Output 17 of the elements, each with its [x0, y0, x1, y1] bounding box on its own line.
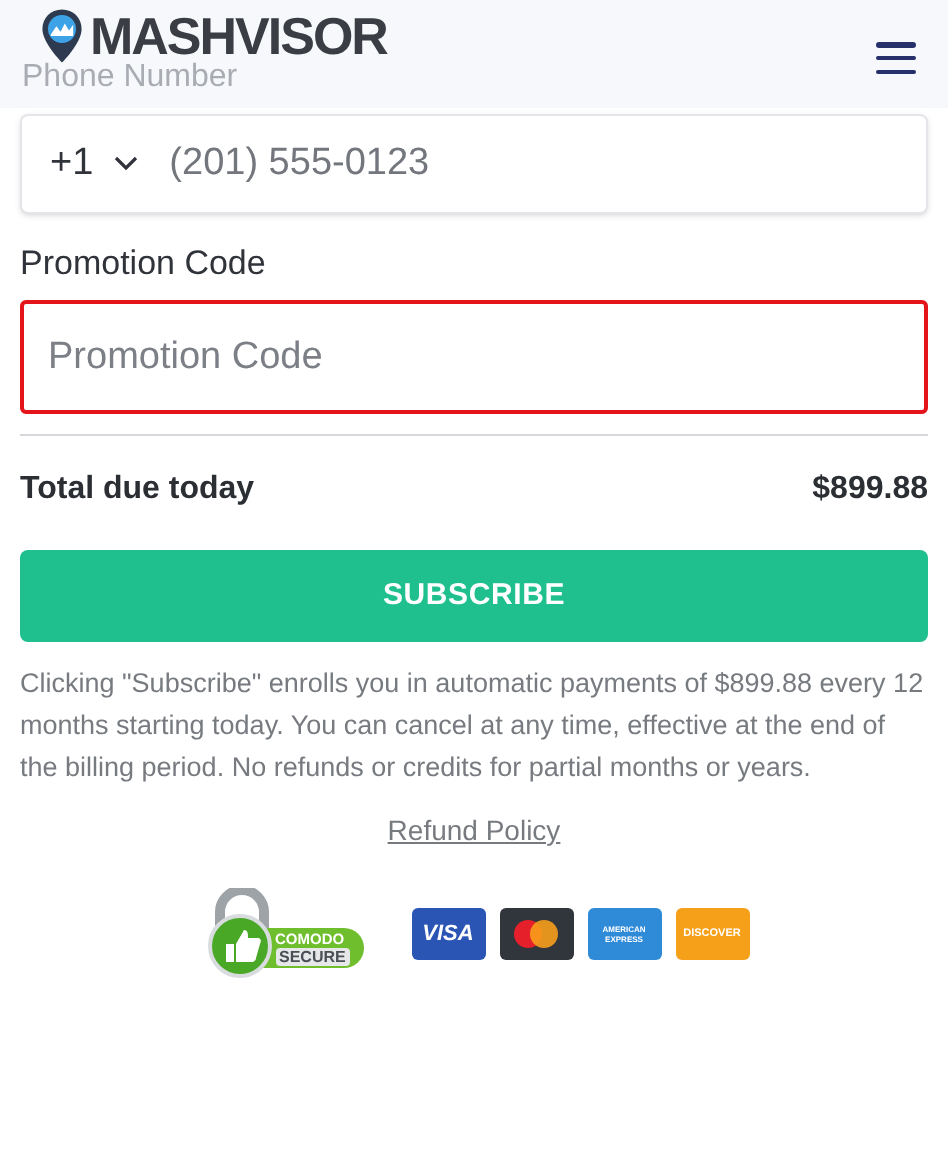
total-label: Total due today — [20, 470, 255, 510]
phone-number-input[interactable]: (201) 555-0123 — [169, 135, 926, 193]
visa-card-icon: VISA — [411, 908, 485, 960]
field-label: Phone Number — [20, 60, 238, 96]
total-amount: $899.88 — [812, 470, 928, 510]
terms-text: Clicking "Subscribe" enrolls you in automatic payments of $899.88 every 12 months starting today. You can cancel at any time, effective at the end of the billing period. No refunds or credits for partial months or years. — [20, 666, 926, 786]
promotion-code-field[interactable]: Promotion Code — [20, 300, 928, 414]
mastercard-icon — [499, 908, 573, 960]
field-label: Promotion Code — [20, 242, 268, 286]
refund-policy-link[interactable]: Refund Policy — [387, 810, 561, 852]
country-code[interactable]: +1 — [50, 135, 94, 193]
location-pin-icon — [40, 8, 84, 64]
phone-field[interactable]: +1 (201) 555-0123 — [20, 114, 928, 214]
logo-text: MASHVISOR — [90, 14, 387, 58]
chevron-down-icon[interactable] — [113, 156, 138, 172]
seal-text: SECURE — [275, 948, 350, 966]
menu-icon[interactable] — [876, 42, 916, 74]
